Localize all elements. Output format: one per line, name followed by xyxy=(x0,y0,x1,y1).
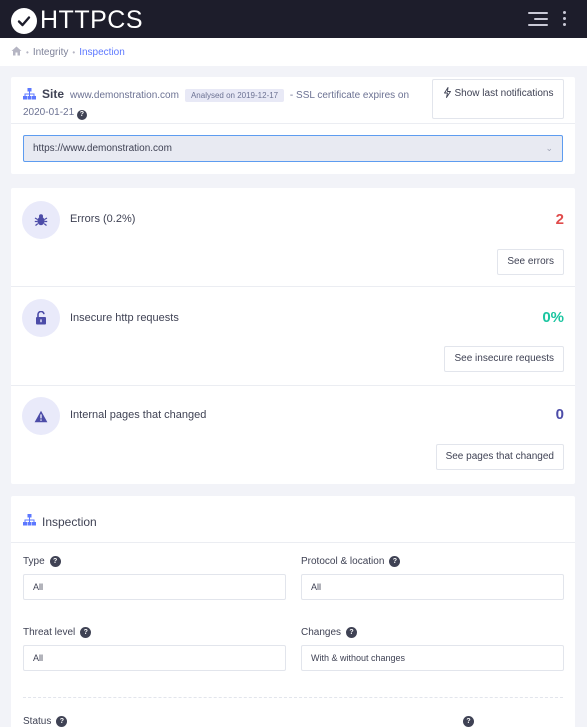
stat-insecure: Insecure http requests 0% See insecure r… xyxy=(11,287,575,385)
bug-icon xyxy=(22,201,60,239)
threat-select[interactable]: All xyxy=(23,645,286,671)
protocol-select[interactable]: All xyxy=(301,574,564,600)
site-domain: www.demonstration.com xyxy=(70,90,179,101)
breadcrumb-item-inspection[interactable]: Inspection xyxy=(79,47,125,58)
inspection-card: Inspection Type ? All Protocol & locatio… xyxy=(11,496,575,727)
breadcrumb: • Integrity • Inspection xyxy=(0,38,587,66)
chevron-down-icon: ⌄ xyxy=(545,143,553,153)
breadcrumb-separator: • xyxy=(26,47,29,57)
site-card: Site www.demonstration.com Analysed on 201… xyxy=(11,77,575,174)
breadcrumb-item-integrity[interactable]: Integrity xyxy=(33,47,69,58)
help-icon[interactable]: ? xyxy=(49,556,61,567)
show-last-notifications-button[interactable]: Show last notifications xyxy=(432,79,564,119)
status-label: Status ? xyxy=(23,716,68,727)
hamburger-icon[interactable] xyxy=(528,12,548,27)
stat-pages-changed-value: 0 xyxy=(555,406,564,423)
ssl-date: 2020-01-21 xyxy=(23,107,75,118)
help-icon[interactable]: ? xyxy=(56,716,68,727)
top-bar: HTTPCS xyxy=(0,0,587,38)
see-pages-changed-button[interactable]: See pages that changed xyxy=(435,444,564,470)
show-last-notifications-label: Show last notifications xyxy=(454,88,554,99)
status-right-help: ? xyxy=(458,716,474,727)
logo-text: HTTPCS xyxy=(40,6,143,34)
inspection-title: Inspection xyxy=(42,514,97,529)
changes-label: Changes ? xyxy=(301,627,358,638)
url-select-value: https://www.demonstration.com xyxy=(33,143,172,154)
stat-errors-label: Errors (0.2%) xyxy=(70,213,136,225)
unlock-icon xyxy=(22,299,60,337)
stat-errors: Errors (0.2%) 2 See errors xyxy=(11,188,575,287)
dashed-divider xyxy=(23,697,563,698)
see-errors-button[interactable]: See errors xyxy=(497,249,564,275)
type-label: Type ? xyxy=(23,556,61,567)
help-icon[interactable]: ? xyxy=(76,110,87,120)
site-title: Site xyxy=(42,87,65,101)
help-icon[interactable]: ? xyxy=(80,627,92,638)
threat-label: Threat level ? xyxy=(23,627,92,638)
url-select[interactable]: https://www.demonstration.com ⌄ xyxy=(23,135,563,162)
stat-errors-value: 2 xyxy=(555,211,564,228)
inspection-header: Inspection xyxy=(23,514,97,529)
changes-label-text: Changes xyxy=(301,627,342,638)
sitemap-icon xyxy=(23,514,36,529)
divider xyxy=(11,542,575,543)
logo[interactable]: HTTPCS xyxy=(11,6,143,35)
help-icon[interactable]: ? xyxy=(389,556,401,567)
changes-select[interactable]: With & without changes xyxy=(301,645,564,671)
stats-card: Errors (0.2%) 2 See errors Insecure http… xyxy=(11,188,575,484)
status-label-text: Status xyxy=(23,716,52,727)
stat-insecure-label: Insecure http requests xyxy=(70,312,179,324)
sitemap-icon xyxy=(23,88,36,105)
breadcrumb-separator: • xyxy=(72,47,76,57)
type-label-text: Type xyxy=(23,556,45,567)
warning-icon xyxy=(22,397,60,435)
logo-check-icon xyxy=(11,7,37,34)
kebab-icon[interactable] xyxy=(563,11,567,27)
site-header: Site www.demonstration.com Analysed on 201… xyxy=(23,87,423,120)
stat-insecure-value: 0% xyxy=(542,309,564,326)
help-icon[interactable]: ? xyxy=(463,716,474,727)
help-icon[interactable]: ? xyxy=(346,627,358,638)
notification-icon xyxy=(443,87,452,102)
ssl-text: - SSL certificate expires on xyxy=(289,90,410,101)
type-select[interactable]: All xyxy=(23,574,286,600)
analysed-badge: Analysed on 2019-12-17 xyxy=(184,89,285,102)
stat-pages-changed: Internal pages that changed 0 See pages … xyxy=(11,386,575,484)
divider xyxy=(11,123,575,124)
stat-pages-changed-label: Internal pages that changed xyxy=(70,409,207,421)
home-icon[interactable] xyxy=(11,46,22,59)
protocol-label-text: Protocol & location xyxy=(301,556,385,567)
protocol-label: Protocol & location ? xyxy=(301,556,401,567)
threat-label-text: Threat level xyxy=(23,627,76,638)
see-insecure-requests-button[interactable]: See insecure requests xyxy=(444,346,564,372)
